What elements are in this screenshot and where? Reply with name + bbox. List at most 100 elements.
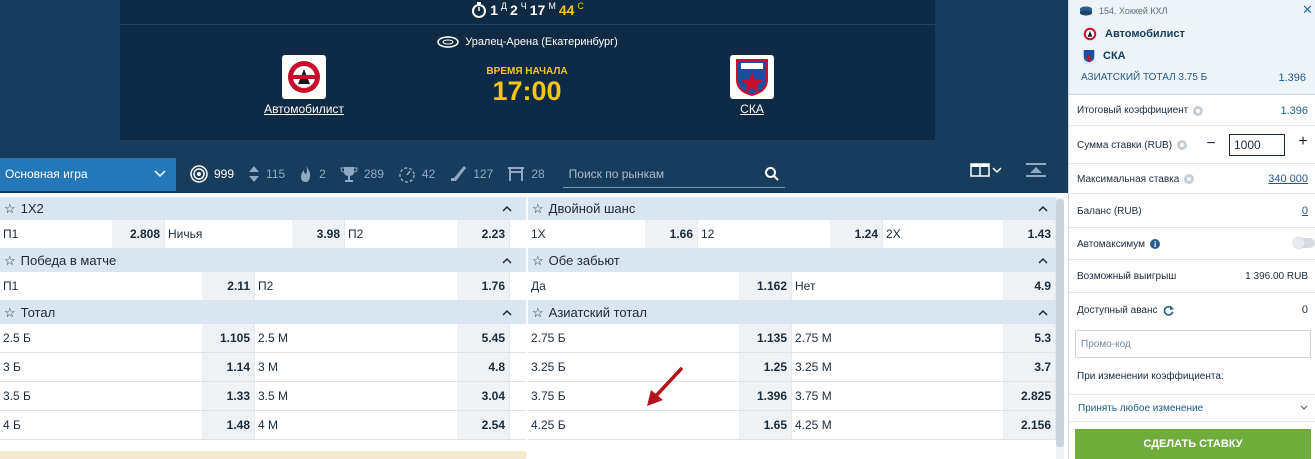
refresh-icon[interactable] [1163,305,1175,316]
balance-value[interactable]: 0 [1302,205,1308,217]
outcome-odd[interactable]: 1.65 [739,411,791,439]
close-icon[interactable]: ✕ [1302,2,1313,18]
outcome-odd[interactable]: 5.45 [457,324,509,352]
outcome-cell[interactable]: Нет 4.9 [792,272,1056,300]
outcome-cell[interactable]: 3.75 М 2.825 [792,382,1056,410]
outcome-odd[interactable]: 2.54 [457,411,509,439]
outcome-cell[interactable]: 3 М 4.8 [255,353,510,381]
market-header[interactable]: ☆ Двойной шанс [528,197,1062,220]
outcome-cell[interactable]: 3.25 М 3.7 [792,353,1056,381]
outcome-odd[interactable]: 2.808 [112,220,164,248]
outcome-odd[interactable]: 1.43 [1003,220,1055,248]
layout-toggle-button[interactable] [970,163,1002,177]
make-bet-button[interactable]: СДЕЛАТЬ СТАВКУ [1075,429,1311,459]
markets-scrollbar[interactable] [1056,197,1064,459]
info-icon[interactable]: i [1150,239,1161,249]
outcome-odd[interactable]: 5.3 [1003,324,1055,352]
market-header[interactable]: ☆ Победа в матче [0,249,526,272]
star-icon[interactable]: ☆ [4,253,16,269]
outcome-odd[interactable]: 1.66 [645,220,697,248]
outcome-odd[interactable]: 1.25 [739,353,791,381]
filter-results[interactable]: 289 [340,165,384,183]
outcome-cell[interactable]: П1 2.11 [0,272,255,300]
outcome-odd[interactable]: 4.8 [457,353,509,381]
outcome-odd[interactable]: 2.23 [457,220,509,248]
chevron-up-icon[interactable] [502,257,512,264]
outcome-cell[interactable]: 4 Б 1.48 [0,411,255,439]
outcome-cell[interactable]: 2.75 М 5.3 [792,324,1056,352]
outcome-cell[interactable]: П2 1.76 [255,272,510,300]
market-header[interactable]: ☆ Азиатский тотал [528,301,1062,324]
market-search[interactable] [562,160,785,188]
star-icon[interactable]: ☆ [532,305,544,321]
outcome-odd[interactable]: 4.9 [1003,272,1055,300]
automax-toggle[interactable] [1293,237,1315,249]
outcome-cell[interactable]: 2.5 М 5.45 [255,324,510,352]
outcome-cell[interactable]: 4.25 Б 1.65 [528,411,792,439]
scrollbar-thumb[interactable] [1056,199,1064,447]
outcome-cell[interactable]: Да 1.162 [528,272,792,300]
filter-hot[interactable]: 2 [299,165,326,183]
outcome-cell[interactable]: 2.5 Б 1.105 [0,324,255,352]
market-header[interactable]: ☆ Тотал [0,301,526,324]
gear-icon[interactable] [1177,140,1187,150]
outcome-cell[interactable]: П1 2.808 [0,220,165,248]
outcome-odd[interactable]: 2.156 [1003,411,1055,439]
market-header[interactable]: ☆ Обе забьют [528,249,1062,272]
outcome-odd[interactable]: 1.105 [202,324,254,352]
outcome-odd[interactable]: 1.135 [739,324,791,352]
search-icon[interactable] [764,166,779,181]
outcome-cell[interactable]: 4 М 2.54 [255,411,510,439]
chevron-up-icon[interactable] [1038,205,1048,212]
outcome-odd[interactable]: 2.11 [202,272,254,300]
outcome-odd[interactable]: 1.33 [202,382,254,410]
main-game-dropdown[interactable]: Основная игра [0,157,176,191]
team-home-name[interactable]: Автомобилист [244,102,364,116]
max-stake-link[interactable]: 340 000 [1268,173,1308,185]
stake-increase-button[interactable]: + [1293,133,1313,151]
outcome-cell[interactable]: 2X 1.43 [883,220,1056,248]
outcome-cell[interactable]: Ничья 3.98 [165,220,345,248]
star-icon[interactable]: ☆ [532,253,544,269]
team-away-name[interactable]: СКА [692,102,812,116]
outcome-odd[interactable]: 1.24 [830,220,882,248]
outcome-odd[interactable]: 1.162 [739,272,791,300]
outcome-cell[interactable]: 3.5 М 3.04 [255,382,510,410]
filter-players[interactable]: 127 [449,165,493,183]
outcome-odd[interactable]: 3.98 [292,220,344,248]
promo-code-input[interactable] [1075,330,1311,358]
outcome-odd[interactable]: 1.14 [202,353,254,381]
gear-icon[interactable] [1184,174,1195,184]
outcome-cell[interactable]: 3 Б 1.14 [0,353,255,381]
outcome-cell[interactable]: 2.75 Б 1.135 [528,324,792,352]
outcome-cell[interactable]: 1X 1.66 [528,220,698,248]
outcome-cell[interactable]: 4.25 М 2.156 [792,411,1056,439]
outcome-cell[interactable]: 12 1.24 [698,220,883,248]
outcome-odd[interactable]: 3.7 [1003,353,1055,381]
chevron-up-icon[interactable] [502,205,512,212]
stake-input[interactable] [1229,134,1285,156]
chevron-up-icon[interactable] [1038,257,1048,264]
stake-decrease-button[interactable]: − [1201,135,1221,153]
outcome-odd[interactable]: 1.396 [739,382,791,410]
market-header[interactable]: ☆ 1X2 [0,197,526,220]
outcome-cell[interactable]: П2 2.23 [345,220,510,248]
star-icon[interactable]: ☆ [4,305,16,321]
team-home[interactable]: Автомобилист [244,55,364,116]
gear-icon[interactable] [1193,105,1204,116]
outcome-odd[interactable]: 1.48 [202,411,254,439]
team-away[interactable]: СКА [692,55,812,116]
filter-all-markets[interactable]: 999 [190,165,234,183]
filter-goals[interactable]: 28 [507,165,545,183]
star-icon[interactable]: ☆ [532,201,544,217]
filter-handicaps[interactable]: 115 [248,165,285,183]
chevron-up-icon[interactable] [1038,309,1048,316]
star-icon[interactable]: ☆ [4,201,16,217]
market-search-input[interactable] [568,166,749,181]
chevron-up-icon[interactable] [502,309,512,316]
outcome-odd[interactable]: 3.04 [457,382,509,410]
outcome-odd[interactable]: 1.76 [457,272,509,300]
collapse-all-button[interactable] [1026,163,1046,184]
filter-periods[interactable]: 42 [398,165,435,183]
outcome-odd[interactable]: 2.825 [1003,382,1055,410]
